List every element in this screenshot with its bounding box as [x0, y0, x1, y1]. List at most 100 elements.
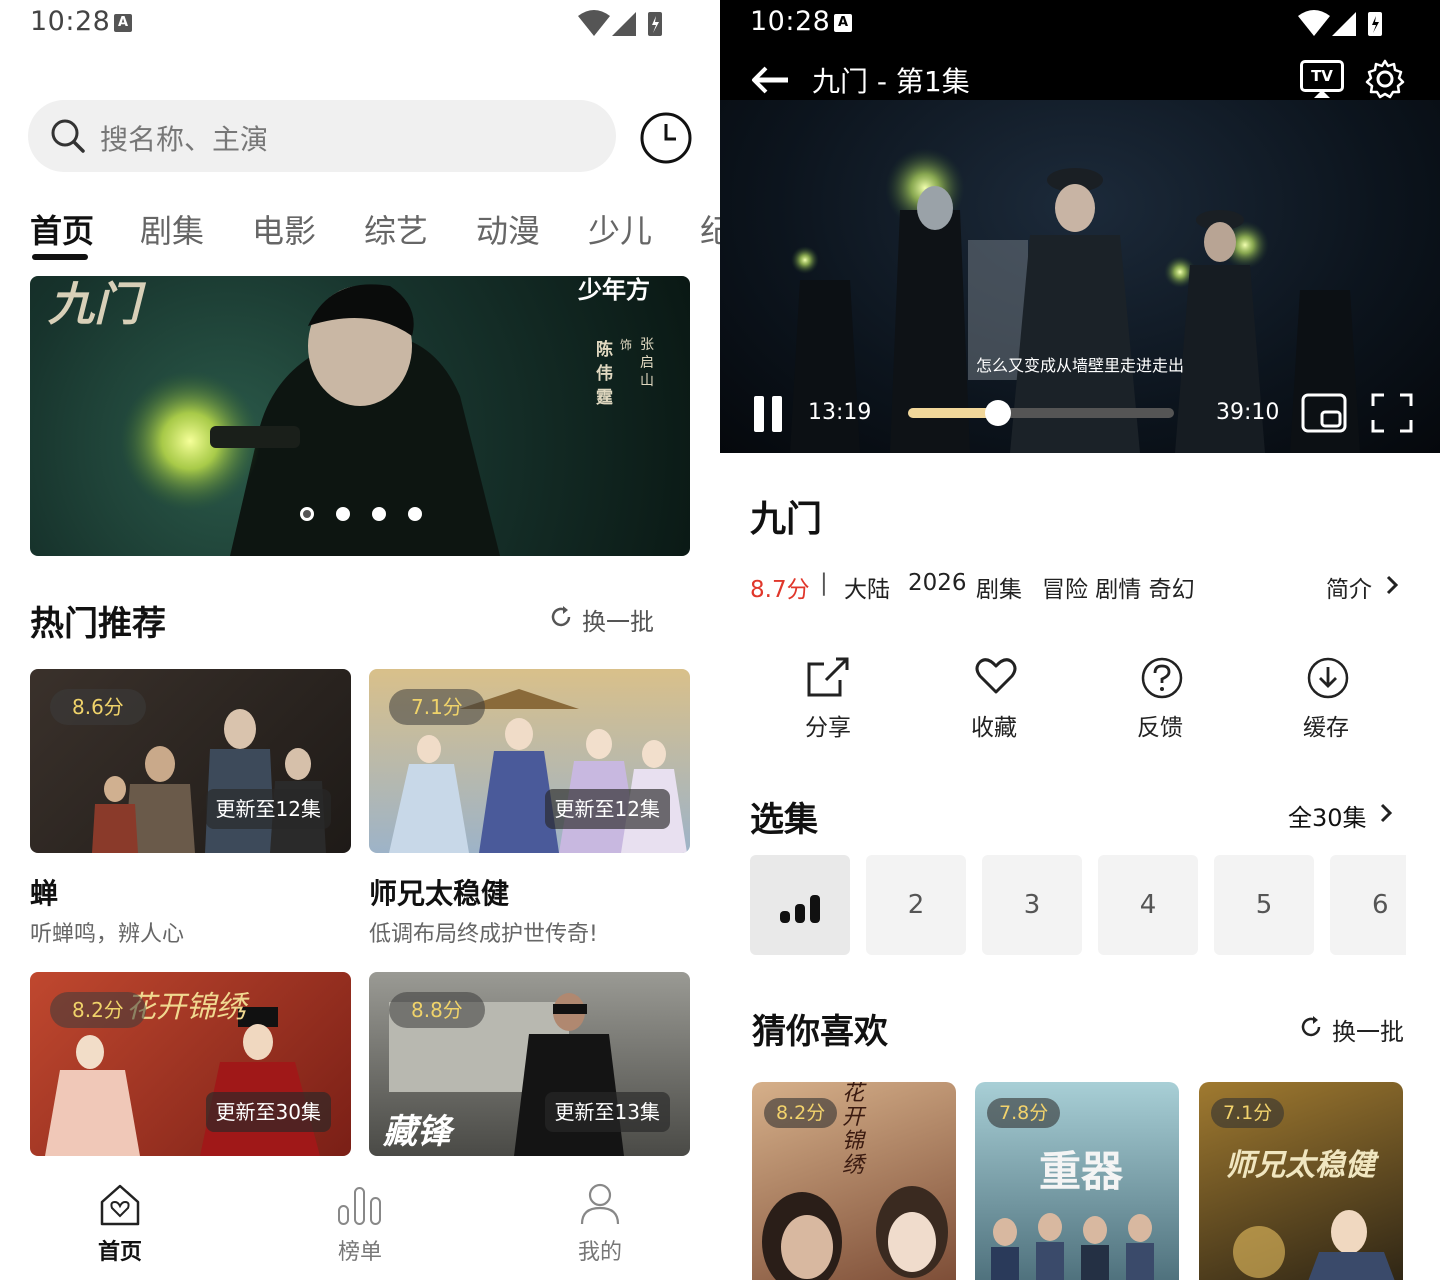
pip-icon[interactable] — [1300, 392, 1348, 434]
playing-bars-icon — [780, 895, 820, 923]
tab-kids[interactable]: 少儿 — [588, 206, 652, 252]
refresh-icon — [551, 606, 571, 627]
home-heart-icon[interactable] — [98, 1182, 142, 1228]
search-bar[interactable]: 搜名称、主演 — [28, 100, 616, 172]
episode-button[interactable]: 3 — [982, 855, 1082, 955]
notification-icon: A — [114, 14, 132, 32]
update-badge: 更新至12集 — [205, 789, 331, 829]
score-badge: 7.1分 — [389, 689, 485, 725]
recommend-poster[interactable]: 重器 7.8分 — [975, 1082, 1179, 1280]
fullscreen-icon[interactable] — [1370, 392, 1414, 434]
show-score: 8.7分 — [750, 577, 810, 603]
feedback-label[interactable]: 反馈 — [1110, 708, 1210, 742]
chevron-right-icon[interactable] — [1378, 802, 1394, 824]
refresh-label: 换一批 — [1332, 1018, 1404, 1046]
current-time: 13:19 — [808, 400, 872, 425]
wifi-icon — [578, 10, 610, 36]
card-poster[interactable]: 8.6分 更新至12集 — [30, 669, 351, 853]
status-icons — [578, 10, 662, 36]
banner-credit-role: 饰 — [620, 338, 633, 352]
tab-documentary[interactable]: 纪 — [700, 206, 720, 252]
banner-title-art: 九门 — [48, 277, 140, 331]
card-poster[interactable]: 花开锦绣 8.2分 更新至30集 — [30, 972, 351, 1156]
all-episodes-link[interactable]: 全30集 — [1288, 798, 1367, 833]
tab-anime[interactable]: 动漫 — [476, 206, 540, 252]
hero-banner[interactable]: 九门 少年方 张启山 饰 陈伟霆 — [30, 276, 690, 556]
score-badge: 8.2分 — [764, 1098, 838, 1128]
progress-track[interactable] — [908, 400, 1174, 426]
episode-button[interactable]: 5 — [1214, 855, 1314, 955]
card-poster[interactable]: 藏锋 8.8分 更新至13集 — [369, 972, 690, 1156]
video-subtitle: 怎么又变成从墙壁里走进走出 — [975, 356, 1184, 375]
home-screen: 10:28 A 搜名称、主演 首页 剧集 电影 综艺 动漫 少儿 纪 九门 少年… — [0, 0, 720, 1280]
refresh-label: 换一批 — [582, 608, 654, 636]
cast-triangle — [1314, 90, 1330, 98]
cast-tv-label: TV — [1311, 67, 1333, 85]
episode-button[interactable]: 6 — [1330, 855, 1406, 955]
signal-icon — [1332, 12, 1356, 36]
intro-link[interactable]: 简介 — [1326, 570, 1372, 604]
chevron-right-icon[interactable] — [1384, 574, 1400, 596]
recommend-title-art: 花开锦绣 — [842, 1082, 865, 1178]
banner-credit-character: 张启山 — [640, 337, 654, 389]
update-badge: 更新至13集 — [544, 1092, 670, 1132]
tab-movies[interactable]: 电影 — [252, 206, 316, 252]
banner-dot[interactable] — [372, 507, 386, 521]
person-icon[interactable] — [578, 1182, 622, 1228]
episode-button[interactable]: 4 — [1098, 855, 1198, 955]
meta-separator: | — [820, 570, 828, 596]
back-arrow-icon[interactable] — [750, 64, 790, 96]
recommend-title: 猜你喜欢 — [752, 1012, 888, 1052]
nav-home-label[interactable]: 首页 — [70, 1234, 170, 1266]
help-circle-icon[interactable] — [1140, 656, 1184, 700]
banner-dot[interactable] — [408, 507, 422, 521]
cache-label[interactable]: 缓存 — [1276, 708, 1376, 742]
card-title-art: 藏锋 — [383, 1112, 451, 1152]
banner-dot[interactable] — [336, 507, 350, 521]
recommend-poster[interactable]: 师兄太稳健 7.1分 — [1199, 1082, 1403, 1280]
show-genres: 冒险 剧情 奇幻 — [1042, 577, 1195, 603]
show-title: 九门 — [750, 499, 823, 540]
bottom-nav: 首页 榜单 我的 — [0, 1162, 720, 1280]
card-subtitle: 低调布局终成护世传奇! — [369, 922, 598, 947]
banner-dot-active[interactable] — [300, 507, 314, 521]
card-poster[interactable]: 7.1分 更新至12集 — [369, 669, 690, 853]
episode-button[interactable]: 2 — [866, 855, 966, 955]
nav-ranking-label[interactable]: 榜单 — [310, 1234, 410, 1266]
tab-series[interactable]: 剧集 — [140, 206, 204, 252]
status-time: 10:28 — [30, 6, 111, 37]
chart-bars-icon[interactable] — [336, 1184, 384, 1226]
pause-icon[interactable] — [752, 396, 784, 432]
total-time: 39:10 — [1216, 400, 1280, 425]
detail-screen: 10:28 A 九门 - 第1集 TV 怎么又变成从墙壁里走进走出 13:19 … — [720, 0, 1440, 1280]
tab-indicator — [32, 254, 88, 260]
search-input[interactable]: 搜名称、主演 — [100, 118, 268, 158]
score-badge: 7.1分 — [1211, 1098, 1285, 1128]
refresh-icon — [1301, 1016, 1321, 1037]
recommend-poster[interactable]: 花开锦绣 8.2分 — [752, 1082, 956, 1280]
video-player[interactable]: 10:28 A 九门 - 第1集 TV 怎么又变成从墙壁里走进走出 13:19 … — [720, 0, 1440, 453]
tab-variety[interactable]: 综艺 — [364, 206, 428, 252]
recommend-title-art: 师兄太稳健 — [1225, 1148, 1375, 1183]
score-badge: 8.8分 — [389, 992, 485, 1028]
favorite-label[interactable]: 收藏 — [944, 708, 1044, 742]
card-subtitle: 听蝉鸣，辨人心 — [30, 922, 185, 947]
banner-brand-logo: 少年方 — [578, 276, 650, 304]
wifi-icon — [1298, 10, 1330, 36]
heart-icon[interactable] — [974, 656, 1018, 696]
card-title[interactable]: 蝉 — [30, 872, 58, 912]
share-label[interactable]: 分享 — [778, 708, 878, 742]
search-icon — [51, 119, 85, 153]
nav-profile-label[interactable]: 我的 — [550, 1234, 650, 1266]
show-region: 大陆 — [844, 577, 890, 603]
score-badge: 8.6分 — [50, 689, 146, 725]
download-icon[interactable] — [1306, 656, 1350, 700]
settings-gear-icon[interactable] — [1364, 58, 1406, 100]
status-icons — [1298, 10, 1382, 36]
history-clock-icon[interactable] — [638, 110, 694, 166]
status-time: 10:28 — [750, 6, 831, 37]
tab-home[interactable]: 首页 — [30, 206, 94, 252]
card-title[interactable]: 师兄太稳健 — [369, 872, 509, 912]
episode-1-playing[interactable] — [750, 855, 850, 955]
share-icon[interactable] — [806, 656, 850, 698]
